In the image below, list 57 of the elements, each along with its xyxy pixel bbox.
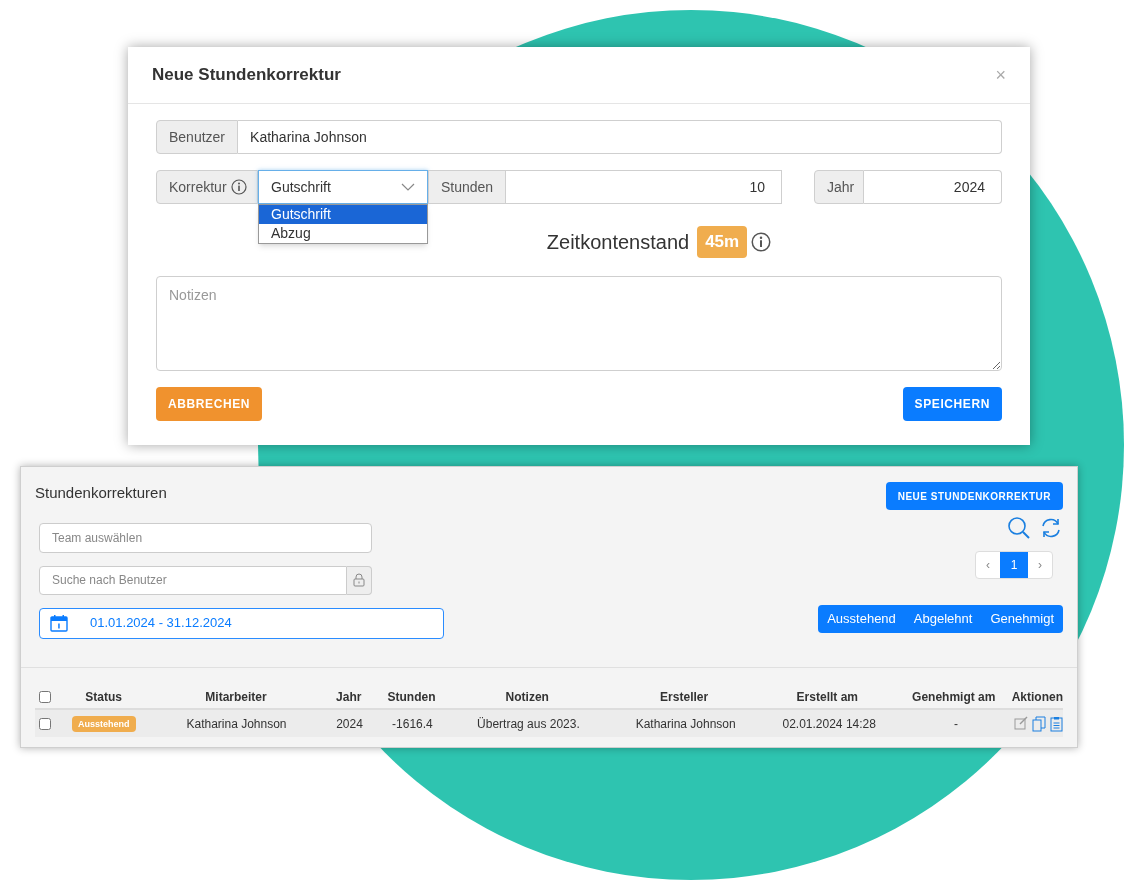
panel-title: Stundenkorrekturen xyxy=(35,483,168,503)
edit-icon[interactable] xyxy=(1014,715,1028,730)
column-header: Erstellt am xyxy=(795,689,859,705)
close-button[interactable]: × xyxy=(995,61,1006,89)
cancel-button[interactable]: ABBRECHEN xyxy=(156,387,263,421)
correction-label: Korrektur xyxy=(169,178,227,197)
column-header: Ersteller xyxy=(659,689,710,705)
user-search-field[interactable]: Suche nach Benutzer xyxy=(39,565,347,595)
status-badge: Ausstehend xyxy=(72,715,136,732)
lock-icon xyxy=(353,573,365,587)
info-icon xyxy=(230,179,247,195)
field-label: Benutzer xyxy=(156,120,239,154)
column-header: Aktionen xyxy=(1011,689,1063,705)
search-icon[interactable] xyxy=(1007,516,1031,540)
table-cell: Katharina Johnson xyxy=(635,715,736,732)
info-icon xyxy=(751,232,772,252)
column-header: Mitarbeiter xyxy=(204,689,268,705)
column-header: Stunden xyxy=(386,689,437,705)
page-button[interactable]: 1 xyxy=(1000,552,1028,578)
date-range-field[interactable]: 01.01.2024 - 31.12.2024 xyxy=(39,607,444,639)
table-cell: 2024 xyxy=(336,715,363,732)
refresh-icon[interactable] xyxy=(1039,516,1063,540)
user-field[interactable]: Katharina Johnson xyxy=(238,120,1002,154)
notes-field[interactable]: Notizen xyxy=(156,276,1002,371)
dropdown-option[interactable]: Abzug xyxy=(259,224,427,243)
chevron-down-icon xyxy=(401,183,415,191)
table-cell: -1616.4 xyxy=(392,715,433,732)
team-field[interactable]: Team auswählen xyxy=(39,522,372,553)
balance-label: Zeitkontenstand xyxy=(546,230,690,255)
clipboard-icon[interactable] xyxy=(1050,715,1063,732)
column-header: Notizen xyxy=(504,689,550,705)
dropdown-option[interactable]: Gutschrift xyxy=(259,205,427,224)
copy-icon[interactable] xyxy=(1032,715,1046,732)
table-cell: - xyxy=(954,715,958,732)
column-header: Status xyxy=(84,689,123,705)
status-filter-button[interactable]: Genehmigt xyxy=(981,605,1063,633)
column-header: Genehmigt am xyxy=(911,689,997,705)
row-checkbox[interactable] xyxy=(38,717,51,730)
correction-select[interactable]: Gutschrift xyxy=(258,170,428,204)
field-label: Stunden xyxy=(428,170,506,204)
column-header: Jahr xyxy=(335,689,363,705)
next-page-button[interactable]: › xyxy=(1028,552,1052,578)
table-cell: Katharina Johnson xyxy=(186,715,287,732)
table-cell: 02.01.2024 14:28 xyxy=(782,715,876,732)
select-all-checkbox[interactable] xyxy=(38,691,51,703)
dialog-title: Neue Stundenkorrektur xyxy=(152,64,341,87)
calendar-icon xyxy=(50,614,68,632)
table-cell: Übertrag aus 2023. xyxy=(477,715,580,732)
field-label: Jahr xyxy=(814,170,864,204)
status-filter-button[interactable]: Ausstehend xyxy=(818,605,905,633)
year-field[interactable]: 2024 xyxy=(864,170,1002,204)
hours-field[interactable]: 10 xyxy=(506,170,782,204)
previous-page-button[interactable]: ‹ xyxy=(976,552,1000,578)
status-filter-button[interactable]: Abgelehnt xyxy=(904,605,982,633)
new-correction-button[interactable]: NEUE STUNDENKORREKTUR xyxy=(885,482,1063,510)
balance-badge: 45m xyxy=(697,226,748,258)
save-button[interactable]: SPEICHERN xyxy=(902,387,1002,421)
